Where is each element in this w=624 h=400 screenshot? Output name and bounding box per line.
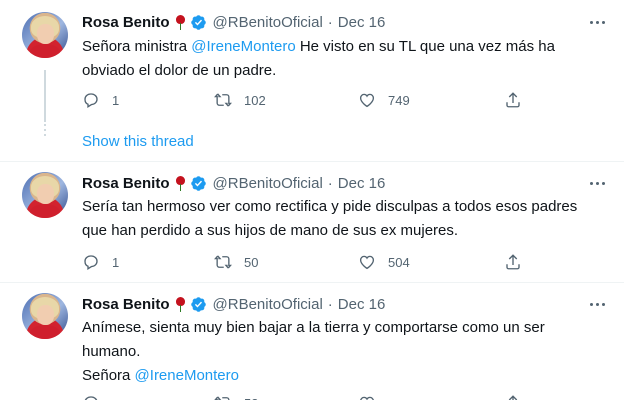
share-icon <box>506 92 520 108</box>
more-icon[interactable] <box>590 294 605 314</box>
tweet-header: Rosa Benito @RBenitoOficial · Dec 16 <box>82 12 385 32</box>
tweet-actions: 1 102 749 <box>82 90 542 110</box>
tweet-actions: 1 50 504 <box>82 252 542 272</box>
rose-emoji-icon <box>175 14 185 30</box>
retweet-button[interactable]: 102 <box>214 90 266 110</box>
heart-icon <box>359 255 375 270</box>
reply-button[interactable]: 1 <box>82 252 119 272</box>
thread-connector-line <box>44 70 46 122</box>
author-name[interactable]: Rosa Benito <box>82 175 170 192</box>
author-name[interactable]: Rosa Benito <box>82 296 170 313</box>
tweet-text-line: Anímese, sienta muy bien bajar a la tier… <box>82 319 545 360</box>
share-button[interactable] <box>504 393 522 400</box>
share-button[interactable] <box>504 252 522 272</box>
mention-link[interactable]: @IreneMontero <box>191 38 295 55</box>
retweet-icon <box>214 396 230 400</box>
tweet-text: Sería tan hermoso ver como rectifica y p… <box>82 198 578 239</box>
author-handle[interactable]: @RBenitoOficial <box>213 14 323 31</box>
tweet-text: Señora ministra @IreneMontero He visto e… <box>82 38 555 79</box>
reply-count: 1 <box>112 92 120 108</box>
reply-count: 1 <box>112 254 120 270</box>
author-handle[interactable]: @RBenitoOficial <box>213 296 323 313</box>
tweet-header: Rosa Benito @RBenitoOficial · Dec 16 <box>82 294 385 314</box>
divider <box>0 161 624 162</box>
show-thread-link[interactable]: Show this thread <box>82 132 194 152</box>
rose-emoji-icon <box>175 175 185 191</box>
more-icon[interactable] <box>590 12 605 32</box>
tweet-text: Anímese, sienta muy bien bajar a la tier… <box>82 316 602 388</box>
retweet-icon <box>214 255 232 269</box>
retweet-button[interactable]: 50 <box>214 252 258 272</box>
verified-badge-icon <box>190 14 206 30</box>
retweet-count: 53 <box>244 396 258 400</box>
retweet-count: 50 <box>244 254 259 270</box>
reply-icon <box>84 93 98 108</box>
separator-dot: · <box>327 174 333 192</box>
like-button[interactable]: 749 <box>358 90 410 110</box>
tweet-actions: 53 <box>82 393 542 400</box>
avatar[interactable] <box>22 12 68 58</box>
separator-dot: · <box>327 13 333 31</box>
verified-badge-icon <box>190 175 206 191</box>
share-icon <box>508 395 518 400</box>
share-icon <box>506 254 520 270</box>
divider <box>0 282 624 283</box>
more-icon[interactable] <box>590 173 605 193</box>
retweet-count: 102 <box>244 92 266 108</box>
like-count: 504 <box>388 254 410 270</box>
mention-link[interactable]: @IreneMontero <box>135 367 239 384</box>
avatar[interactable] <box>22 293 68 339</box>
reply-button[interactable]: 1 <box>82 90 119 110</box>
reply-button[interactable] <box>82 393 100 400</box>
heart-icon <box>359 93 375 108</box>
separator-dot: · <box>327 295 333 313</box>
heart-icon <box>360 396 374 400</box>
author-name[interactable]: Rosa Benito <box>82 14 170 31</box>
verified-badge-icon <box>190 296 206 312</box>
like-count: 749 <box>388 92 410 108</box>
tweet-date[interactable]: Dec 16 <box>338 296 386 313</box>
share-button[interactable] <box>504 90 522 110</box>
avatar[interactable] <box>22 172 68 218</box>
rose-emoji-icon <box>175 296 185 312</box>
reply-icon <box>84 255 98 270</box>
tweet-header: Rosa Benito @RBenitoOficial · Dec 16 <box>82 173 385 193</box>
tweet-text-line: Señora @IreneMontero <box>82 367 239 384</box>
retweet-icon <box>214 93 232 107</box>
tweet-date[interactable]: Dec 16 <box>338 175 386 192</box>
like-button[interactable] <box>358 393 376 400</box>
tweet-date[interactable]: Dec 16 <box>338 14 386 31</box>
thread-connector-dots <box>44 124 46 138</box>
author-handle[interactable]: @RBenitoOficial <box>213 175 323 192</box>
reply-icon <box>84 396 98 400</box>
like-button[interactable]: 504 <box>358 252 410 272</box>
retweet-button[interactable]: 53 <box>214 393 258 400</box>
